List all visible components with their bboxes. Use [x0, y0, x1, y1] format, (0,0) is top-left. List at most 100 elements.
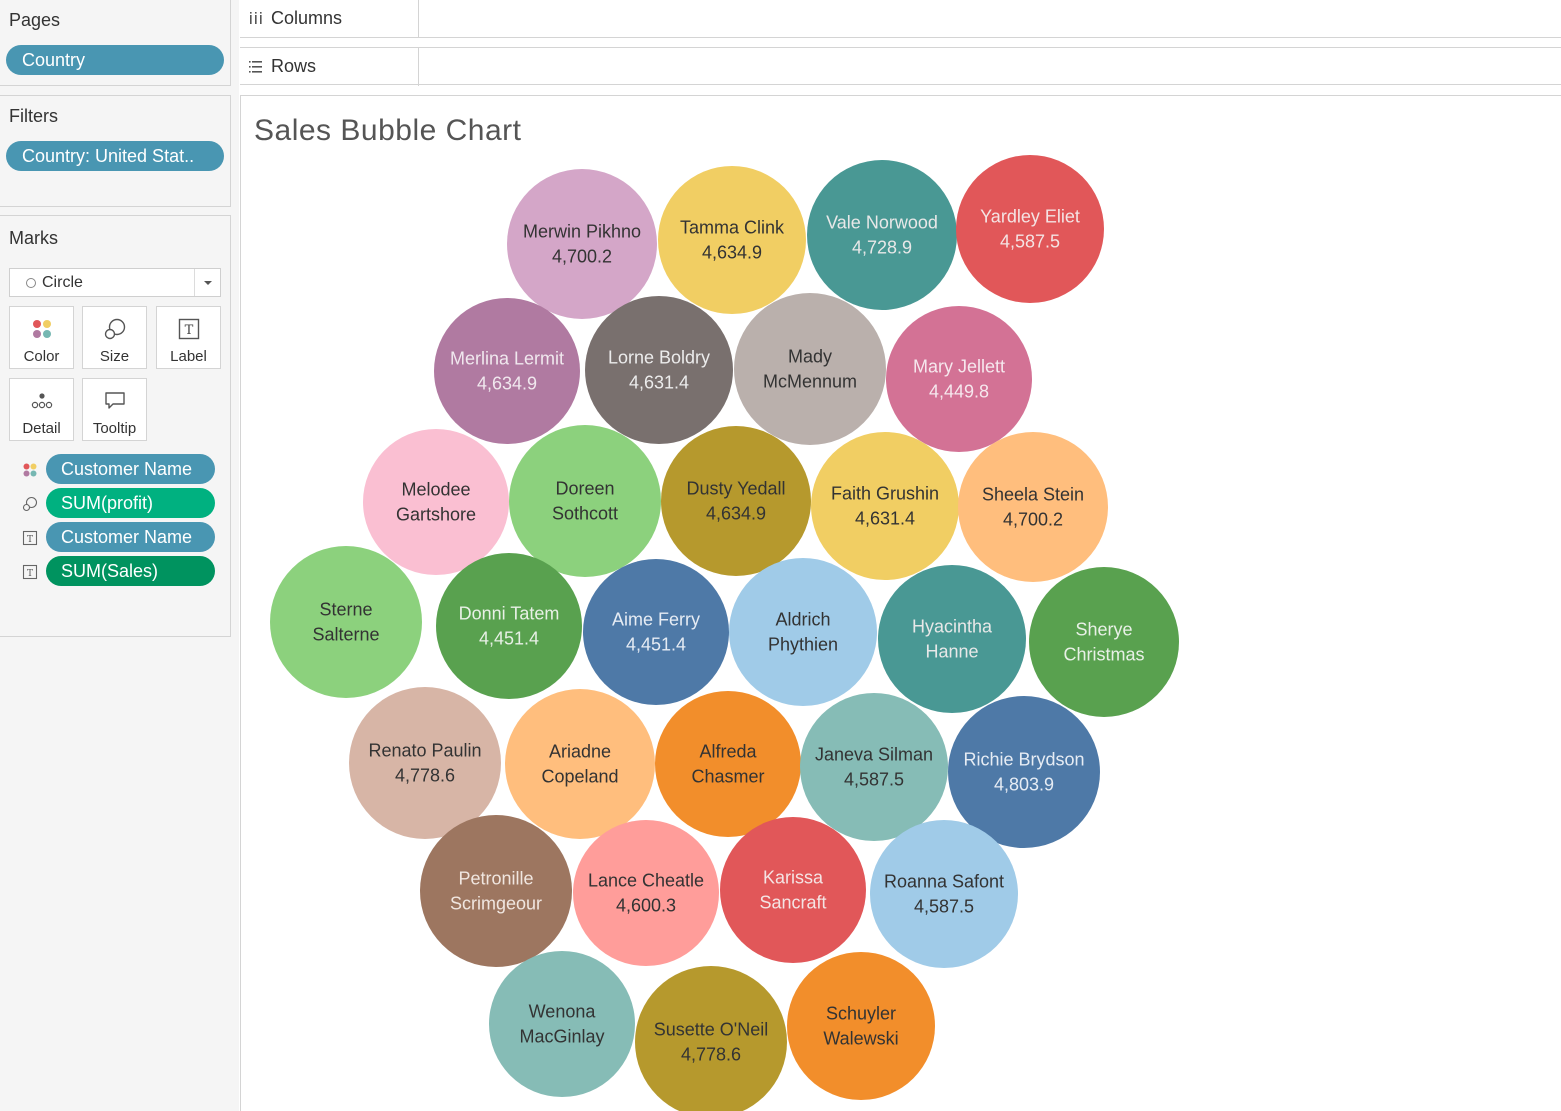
bubble-petronille-scrimgeour[interactable]: Petronille Scrimgeour [420, 815, 572, 967]
bubble-mark[interactable] [489, 951, 635, 1097]
bubble-tamma-clink[interactable]: Tamma Clink 4,634.9 [658, 166, 806, 314]
dropdown-arrow-icon[interactable] [194, 269, 220, 296]
bubble-name-label: Lance Cheatle [588, 871, 704, 891]
label-icon: T [22, 564, 38, 580]
bubble-mark[interactable] [1029, 567, 1179, 717]
bubble-mark[interactable] [800, 693, 948, 841]
bubble-name-label: Richie Brydson [963, 750, 1084, 770]
bubble-mark[interactable] [349, 687, 501, 839]
columns-shelf[interactable]: Columns [240, 0, 1561, 38]
bubble-name-label: Aldrich [775, 610, 830, 630]
detail-button[interactable]: Detail [9, 378, 74, 441]
color-button-label: Color [23, 348, 60, 365]
bubble-value-label: 4,700.2 [552, 247, 612, 267]
bubble-mark[interactable] [573, 820, 719, 966]
rows-shelf[interactable]: Rows [240, 47, 1561, 86]
bubble-name-label: Salterne [312, 625, 379, 645]
bubble-mark[interactable] [270, 546, 422, 698]
bubble-ariadne-copeland[interactable]: Ariadne Copeland [505, 689, 655, 839]
bubble-mark[interactable] [434, 298, 580, 444]
bubble-doreen-sothcott[interactable]: Doreen Sothcott [509, 425, 661, 577]
bubble-sherye-christmas[interactable]: Sherye Christmas [1029, 567, 1179, 717]
bubble-value-label: 4,778.6 [681, 1045, 741, 1065]
bubble-mark[interactable] [811, 432, 959, 580]
bubble-mark[interactable] [658, 166, 806, 314]
bubble-roanna-safont[interactable]: Roanna Safont 4,587.5 [870, 820, 1018, 968]
bubble-mady-mcmennum[interactable]: Mady McMennum [734, 293, 886, 445]
bubble-lance-cheatle[interactable]: Lance Cheatle 4,600.3 [573, 820, 719, 966]
bubble-mark[interactable] [661, 426, 811, 576]
sum-sales-label-pill[interactable]: SUM(Sales) [46, 556, 215, 586]
bubble-melodee-gartshore[interactable]: Melodee Gartshore [363, 429, 509, 575]
bubble-mark[interactable] [729, 558, 877, 706]
bubble-name-label: Karissa [763, 868, 824, 888]
bubble-susette-o-neil[interactable]: Susette O'Neil 4,778.6 [635, 966, 787, 1111]
bubble-mark[interactable] [363, 429, 509, 575]
bubble-mark[interactable] [583, 559, 729, 705]
filters-card: Filters Country: United Stat.. [0, 95, 231, 207]
bubble-aime-ferry[interactable]: Aime Ferry 4,451.4 [583, 559, 729, 705]
bubble-name-label: Sterne [319, 600, 372, 620]
bubble-mark[interactable] [807, 160, 957, 310]
label-icon: T [22, 530, 38, 546]
marks-field-label: T Customer Name [20, 522, 220, 552]
label-button[interactable]: T Label [156, 306, 221, 369]
bubble-name-label: Yardley Eliet [980, 207, 1080, 227]
bubble-mark[interactable] [734, 293, 886, 445]
bubble-schuyler-walewski[interactable]: Schuyler Walewski [787, 952, 935, 1100]
bubble-mark[interactable] [420, 815, 572, 967]
bubble-name-label: Schuyler [826, 1004, 896, 1024]
bubble-value-label: 4,451.4 [626, 635, 686, 655]
bubble-mark[interactable] [505, 689, 655, 839]
bubble-merlina-lermit[interactable]: Merlina Lermit 4,634.9 [434, 298, 580, 444]
bubble-sterne-salterne[interactable]: Sterne Salterne [270, 546, 422, 698]
pages-country-pill[interactable]: Country [6, 45, 224, 75]
bubble-mark[interactable] [870, 820, 1018, 968]
bubble-faith-grushin[interactable]: Faith Grushin 4,631.4 [811, 432, 959, 580]
bubble-name-label: Sherye [1075, 620, 1132, 640]
bubble-mark[interactable] [655, 691, 801, 837]
bubble-value-label: 4,728.9 [852, 238, 912, 258]
bubble-karissa-sancraft[interactable]: Karissa Sancraft [720, 817, 866, 963]
bubble-aldrich-phythien[interactable]: Aldrich Phythien [729, 558, 877, 706]
customer-name-color-pill[interactable]: Customer Name [46, 454, 215, 484]
bubble-value-label: 4,587.5 [844, 770, 904, 790]
bubble-mark[interactable] [886, 306, 1032, 452]
bubble-mark[interactable] [436, 553, 582, 699]
svg-text:T: T [27, 569, 33, 579]
size-button[interactable]: Size [82, 306, 147, 369]
rows-label: Rows [271, 56, 317, 76]
bubble-mark[interactable] [878, 565, 1026, 713]
sum-profit-size-pill[interactable]: SUM(profit) [46, 488, 215, 518]
tooltip-button[interactable]: Tooltip [82, 378, 147, 441]
bubble-merwin-pikhno[interactable]: Merwin Pikhno 4,700.2 [507, 169, 657, 319]
bubble-mark[interactable] [956, 155, 1104, 303]
bubble-yardley-eliet[interactable]: Yardley Eliet 4,587.5 [956, 155, 1104, 303]
bubble-hyacintha-hanne[interactable]: Hyacintha Hanne [878, 565, 1026, 713]
bubble-lorne-boldry[interactable]: Lorne Boldry 4,631.4 [585, 296, 733, 444]
bubble-mark[interactable] [720, 817, 866, 963]
bubble-donni-tatem[interactable]: Donni Tatem 4,451.4 [436, 553, 582, 699]
bubble-mary-jellett[interactable]: Mary Jellett 4,449.8 [886, 306, 1032, 452]
bubble-name-label: Janeva Silman [815, 745, 933, 765]
bubble-value-label: 4,451.4 [479, 629, 539, 649]
bubble-name-label: Dusty Yedall [686, 479, 785, 499]
bubble-mark[interactable] [507, 169, 657, 319]
mark-type-dropdown[interactable]: Circle [9, 268, 221, 297]
svg-text:T: T [184, 323, 193, 338]
color-button[interactable]: Color [9, 306, 74, 369]
bubble-mark[interactable] [958, 432, 1108, 582]
bubble-mark[interactable] [787, 952, 935, 1100]
bubble-janeva-silman[interactable]: Janeva Silman 4,587.5 [800, 693, 948, 841]
bubble-mark[interactable] [509, 425, 661, 577]
bubble-sheela-stein[interactable]: Sheela Stein 4,700.2 [958, 432, 1108, 582]
filter-country-pill[interactable]: Country: United Stat.. [6, 141, 224, 171]
bubble-vale-norwood[interactable]: Vale Norwood 4,728.9 [807, 160, 957, 310]
bubble-mark[interactable] [585, 296, 733, 444]
bubble-wenona-macginlay[interactable]: Wenona MacGinlay [489, 951, 635, 1097]
customer-name-label-pill[interactable]: Customer Name [46, 522, 215, 552]
bubble-dusty-yedall[interactable]: Dusty Yedall 4,634.9 [661, 426, 811, 576]
bubble-alfreda-chasmer[interactable]: Alfreda Chasmer [655, 691, 801, 837]
bubble-name-label: Petronille [458, 869, 533, 889]
bubble-renato-paulin[interactable]: Renato Paulin 4,778.6 [349, 687, 501, 839]
